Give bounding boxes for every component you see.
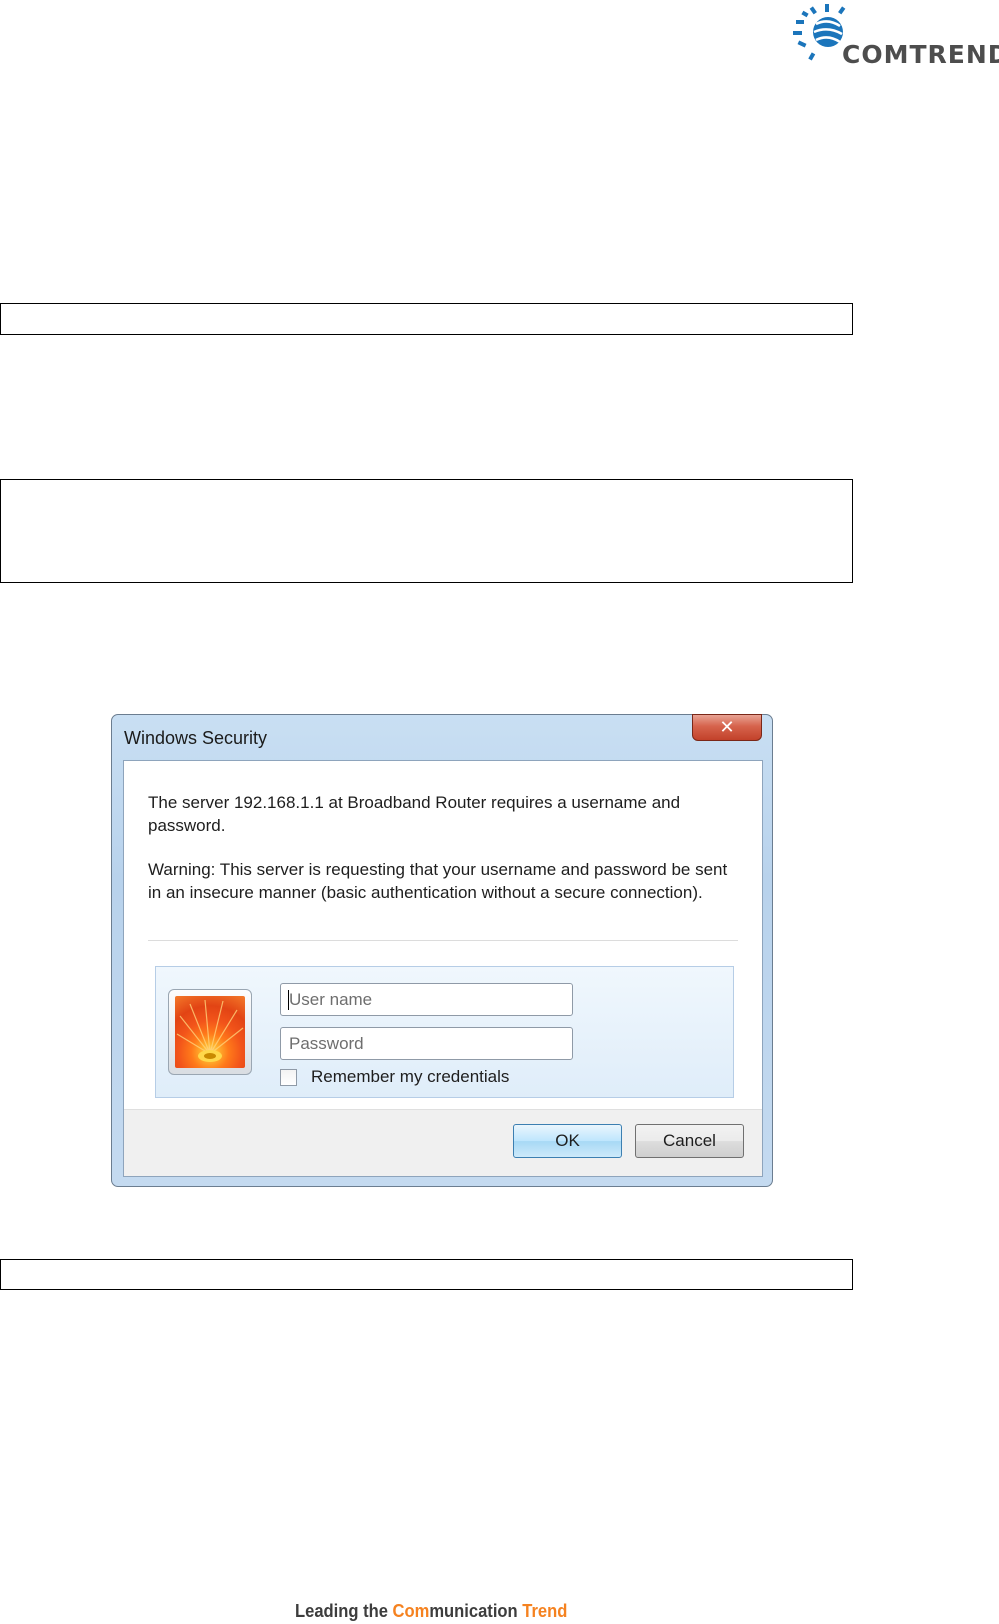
tagline-part-2: Com [392,1601,430,1621]
ok-button[interactable]: OK [513,1124,622,1158]
tagline-part-4: Trend [522,1601,568,1621]
comtrend-logo: COMTREND [790,2,999,69]
security-warning: Warning: This server is requesting that … [148,860,728,902]
credentials-panel: User name Password Remember my credentia… [155,966,734,1098]
flower-picture-icon [175,996,245,1068]
user-avatar [168,989,252,1075]
server-message: The server 192.168.1.1 at Broadband Rout… [148,793,681,835]
document-box-1 [0,303,853,335]
windows-security-dialog: Windows Security ✕ The server 192.168.1.… [111,714,773,1187]
cancel-button[interactable]: Cancel [635,1124,744,1158]
document-box-2 [0,479,853,583]
dialog-button-bar: OK Cancel [124,1109,762,1176]
dialog-content: The server 192.168.1.1 at Broadband Rout… [123,760,763,1177]
username-input[interactable]: User name [280,983,573,1016]
close-button[interactable]: ✕ [692,714,762,741]
document-box-3 [0,1259,853,1290]
password-placeholder: Password [289,1034,364,1053]
flower-petals-icon [176,999,244,1062]
close-icon: ✕ [719,717,735,737]
password-input[interactable]: Password [280,1027,573,1060]
logo-wordmark: COMTREND [842,40,999,69]
tagline-part-3: munication [429,1601,523,1621]
username-placeholder: User name [289,990,373,1009]
remember-credentials-checkbox[interactable] [280,1069,297,1086]
footer-tagline: Leading the Communication Trend [295,1601,567,1622]
remember-credentials-label[interactable]: Remember my credentials [311,1067,509,1087]
dialog-title: Windows Security [124,728,268,748]
divider [148,940,738,941]
tagline-part-1: Leading the [295,1601,393,1621]
